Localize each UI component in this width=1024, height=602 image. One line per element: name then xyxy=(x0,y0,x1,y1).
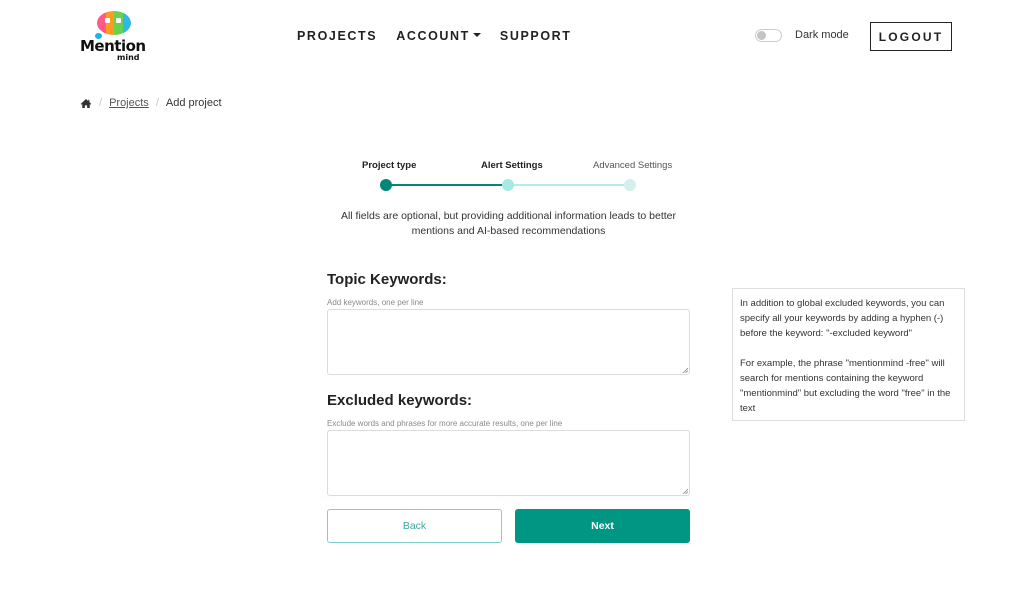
step-dot-project-type[interactable] xyxy=(380,179,392,191)
step-label-project-type: Project type xyxy=(362,160,417,171)
logo-eye xyxy=(116,18,121,23)
step-dot-advanced-settings[interactable] xyxy=(624,179,636,191)
excluded-keywords-title: Excluded keywords: xyxy=(327,392,473,409)
step-connector-upcoming xyxy=(508,184,630,186)
dark-mode-toggle[interactable] xyxy=(755,29,782,42)
back-button[interactable]: Back xyxy=(327,509,502,543)
logo[interactable]: Mention mind xyxy=(80,10,146,62)
info-paragraph: In addition to global excluded keywords,… xyxy=(740,298,945,339)
breadcrumb: / Projects / Add project xyxy=(80,97,222,109)
step-dot-alert-settings[interactable] xyxy=(502,179,514,191)
excluded-keywords-info: In addition to global excluded keywords,… xyxy=(732,288,965,421)
topic-keywords-title: Topic Keywords: xyxy=(327,271,447,288)
step-label-alert-settings: Alert Settings xyxy=(481,160,543,171)
home-icon[interactable] xyxy=(80,98,92,109)
logo-bubble xyxy=(97,11,131,35)
main-nav: PROJECTS ACCOUNT SUPPORT xyxy=(297,29,591,43)
info-paragraph: For example, the phrase "mentionmind -fr… xyxy=(740,358,951,414)
nav-account-label: ACCOUNT xyxy=(396,29,470,43)
dark-mode-label: Dark mode xyxy=(795,29,849,41)
breadcrumb-projects[interactable]: Projects xyxy=(109,97,149,109)
logo-subtext: mind xyxy=(117,53,140,62)
step-label-advanced-settings: Advanced Settings xyxy=(593,160,673,171)
logout-button[interactable]: LOGOUT xyxy=(870,22,952,51)
intro-text: All fields are optional, but providing a… xyxy=(340,210,677,237)
resize-grip-icon[interactable] xyxy=(682,367,688,373)
caret-down-icon xyxy=(472,32,481,37)
nav-support-label: SUPPORT xyxy=(499,29,572,43)
toggle-knob xyxy=(757,31,766,40)
breadcrumb-separator: / xyxy=(155,97,159,109)
next-button[interactable]: Next xyxy=(515,509,690,543)
breadcrumb-current: Add project xyxy=(165,97,222,109)
nav-projects-label: PROJECTS xyxy=(297,29,378,43)
step-connector-completed xyxy=(390,184,508,186)
progress-stepper: Project type Alert Settings Advanced Set… xyxy=(360,158,680,198)
nav-account[interactable]: ACCOUNT xyxy=(396,29,481,43)
nav-support[interactable]: SUPPORT xyxy=(500,29,572,43)
excluded-keywords-input[interactable] xyxy=(327,430,690,496)
logo-eye xyxy=(105,18,110,23)
resize-grip-icon[interactable] xyxy=(682,488,688,494)
excluded-keywords-hint: Exclude words and phrases for more accur… xyxy=(327,419,563,428)
topic-keywords-input[interactable] xyxy=(327,309,690,375)
topic-keywords-hint: Add keywords, one per line xyxy=(327,298,424,307)
breadcrumb-separator: / xyxy=(99,97,103,109)
nav-projects[interactable]: PROJECTS xyxy=(297,29,377,43)
